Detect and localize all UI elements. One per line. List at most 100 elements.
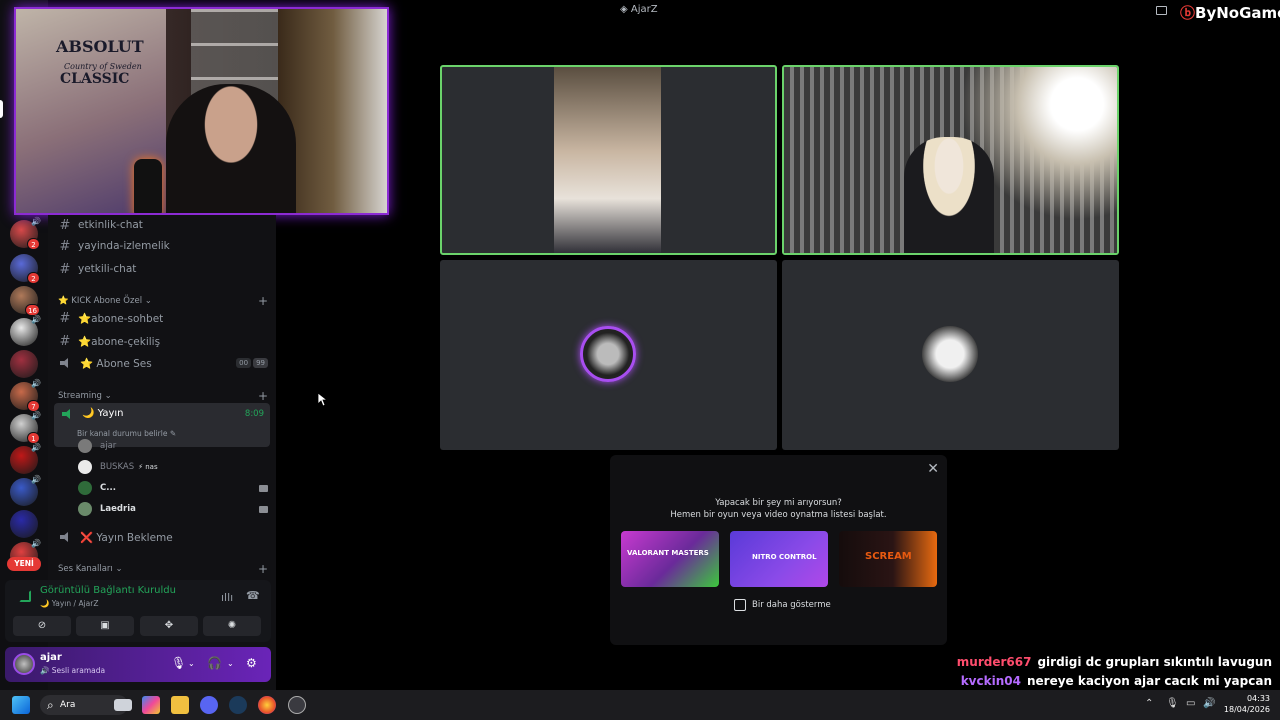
server-icon[interactable]: 2 — [10, 254, 40, 284]
headphones-icon[interactable]: 🎧 — [207, 656, 222, 670]
inbox-icon[interactable] — [1156, 6, 1167, 15]
speaker-icon: 🔊 — [31, 411, 41, 420]
activity-scream[interactable]: SCREAM — [839, 531, 937, 587]
server-icon[interactable]: 🔊 7 — [10, 379, 41, 412]
voice-status-channel[interactable]: 🌙 Yayın / AjarZ — [40, 599, 98, 608]
network-icon[interactable]: ▭ — [1186, 698, 1195, 709]
tray-mic-icon[interactable]: 🎙 — [1166, 698, 1179, 709]
hash-icon: # — [59, 333, 71, 349]
voice-tile-user4[interactable] — [782, 260, 1119, 450]
user-status: 🔊 Sesli aramada — [40, 666, 106, 675]
clock[interactable]: 04:33 18/04/2026 — [1224, 693, 1270, 715]
settings-gear-icon[interactable]: ⚙ — [246, 656, 257, 670]
voice-user-name: BUSKAS — [100, 462, 135, 472]
voice-channel-abone-ses[interactable]: ⭐ Abone Ses 00 99 — [56, 353, 268, 373]
server-icon[interactable]: 🔊 — [10, 443, 41, 474]
file-explorer-icon[interactable] — [171, 696, 189, 714]
voice-user[interactable]: C... — [78, 478, 268, 498]
voice-tile-user3[interactable] — [440, 260, 777, 450]
screen-share-button[interactable]: ▣ — [76, 616, 134, 636]
username[interactable]: ajar — [40, 652, 62, 663]
server-avatar — [10, 510, 38, 538]
hash-icon: # — [59, 217, 71, 233]
category-streaming[interactable]: Streaming ⌄ + — [58, 389, 268, 403]
firefox-icon[interactable] — [258, 696, 276, 714]
server-icon[interactable] — [10, 350, 38, 378]
steam-icon[interactable] — [229, 696, 247, 714]
speaker-icon: 🔊 — [31, 315, 41, 324]
user-count: 00 — [236, 358, 252, 368]
speaker-icon: 🔊 — [31, 475, 41, 484]
category-ses-kanallari[interactable]: Ses Kanalları ⌄ + — [58, 562, 268, 576]
avatar[interactable] — [13, 653, 35, 675]
server-icon[interactable]: 16 — [10, 286, 40, 316]
tray-expand-icon[interactable]: ⌃ — [1145, 698, 1153, 709]
chat-text: nereye kaciyon ajar cacık mi yapcan — [1026, 674, 1272, 688]
speaker-icon — [60, 532, 70, 542]
channel-abone-sohbet[interactable]: # ⭐abone-sohbet — [56, 308, 164, 328]
task-view-icon[interactable] — [114, 699, 132, 711]
activity-suggestion-popup: ✕ Yapacak bir şey mi arıyorsun? Hemen bi… — [610, 455, 947, 645]
noise-suppression-icon[interactable]: ıllı — [221, 591, 233, 604]
copilot-icon[interactable] — [142, 696, 160, 714]
mic-icon[interactable]: 🎙 — [171, 656, 186, 670]
activity-nitro-control[interactable]: NITRO CONTROL — [730, 531, 828, 587]
voice-channel-bekleme[interactable]: ❌ Yayın Bekleme — [56, 527, 173, 547]
camera-off-button[interactable]: ⊘ — [13, 616, 71, 636]
chevron-down-icon[interactable]: ⌄ — [188, 659, 195, 668]
obs-icon[interactable] — [288, 696, 306, 714]
add-channel-icon[interactable]: + — [258, 389, 268, 403]
discord-icon[interactable] — [200, 696, 218, 714]
mention-badge: 2 — [27, 272, 40, 284]
activity-valorant-masters[interactable]: VALORANT MASTERS — [621, 531, 719, 587]
voice-user[interactable]: ajar — [78, 436, 268, 456]
channel-abone-cekilis[interactable]: # ⭐abone-çekiliş — [56, 331, 161, 351]
channel-timer: 8:09 — [244, 409, 264, 419]
new-badge[interactable]: YENİ — [7, 557, 41, 571]
activities-button[interactable]: ✥ — [140, 616, 198, 636]
server-icon[interactable]: 🔊 — [10, 475, 41, 506]
video-tile-user2[interactable] — [782, 65, 1119, 255]
user-panel: ajar 🔊 Sesli aramada 🎙 ⌄ 🎧 ⌄ ⚙ — [5, 647, 271, 682]
mention-badge: 2 — [27, 238, 40, 250]
channel-yetkili-chat[interactable]: # yetkili-chat — [56, 259, 137, 279]
channel-yayinda-izlemelik[interactable]: # yayinda-izlemelik — [56, 236, 170, 256]
speaker-icon: 🔊 — [31, 217, 41, 226]
avatar — [580, 326, 636, 382]
category-kick-abone[interactable]: ⭐ KICK Abone Özel ⌄ + — [58, 294, 268, 308]
chevron-down-icon[interactable]: ⌄ — [227, 659, 234, 668]
dont-show-again-checkbox[interactable] — [734, 599, 746, 611]
server-avatar — [10, 350, 38, 378]
add-channel-icon[interactable]: + — [258, 294, 268, 308]
signal-icon — [19, 590, 31, 602]
hash-icon: # — [59, 238, 71, 254]
speaker-icon: 🔊 — [31, 379, 41, 388]
speaker-icon: 🔊 — [31, 539, 41, 548]
camera-icon — [259, 505, 268, 513]
server-icon[interactable]: 🔊 2 — [10, 217, 41, 250]
streamer-webcam: ABSOLUT Country of Sweden CLASSIC — [14, 7, 389, 215]
voice-user-name: ajar — [100, 441, 117, 451]
speaker-icon: 🔊 — [31, 443, 41, 452]
server-icon[interactable]: 🔊 1 — [10, 411, 41, 444]
channel-etkinlik-chat[interactable]: # etkinlik-chat — [56, 215, 143, 235]
server-icon[interactable] — [10, 510, 38, 538]
checkbox-label[interactable]: Bir daha gösterme — [752, 600, 831, 610]
voice-user[interactable]: Laedria — [78, 499, 268, 519]
voice-status-title[interactable]: Görüntülü Bağlantı Kuruldu — [40, 585, 176, 596]
voice-user[interactable]: BUSKAS ⚡ nas — [78, 457, 268, 477]
volume-icon[interactable]: 🔊 — [1203, 698, 1215, 709]
disconnect-icon[interactable]: ☎ — [246, 589, 260, 602]
soundboard-button[interactable]: ✺ — [203, 616, 261, 636]
server-icon[interactable]: 🔊 — [10, 315, 41, 346]
start-windows-icon[interactable] — [12, 696, 30, 714]
camera-icon — [259, 484, 268, 492]
video-tile-user1[interactable] — [440, 65, 777, 255]
microphone — [134, 159, 162, 213]
close-icon[interactable]: ✕ — [927, 461, 939, 477]
mouse-cursor — [318, 393, 328, 407]
add-channel-icon[interactable]: + — [258, 562, 268, 576]
participant — [904, 137, 994, 253]
avatar — [78, 460, 92, 474]
chat-message: murder667 girdigi dc grupları sıkıntılı l… — [957, 655, 1272, 674]
